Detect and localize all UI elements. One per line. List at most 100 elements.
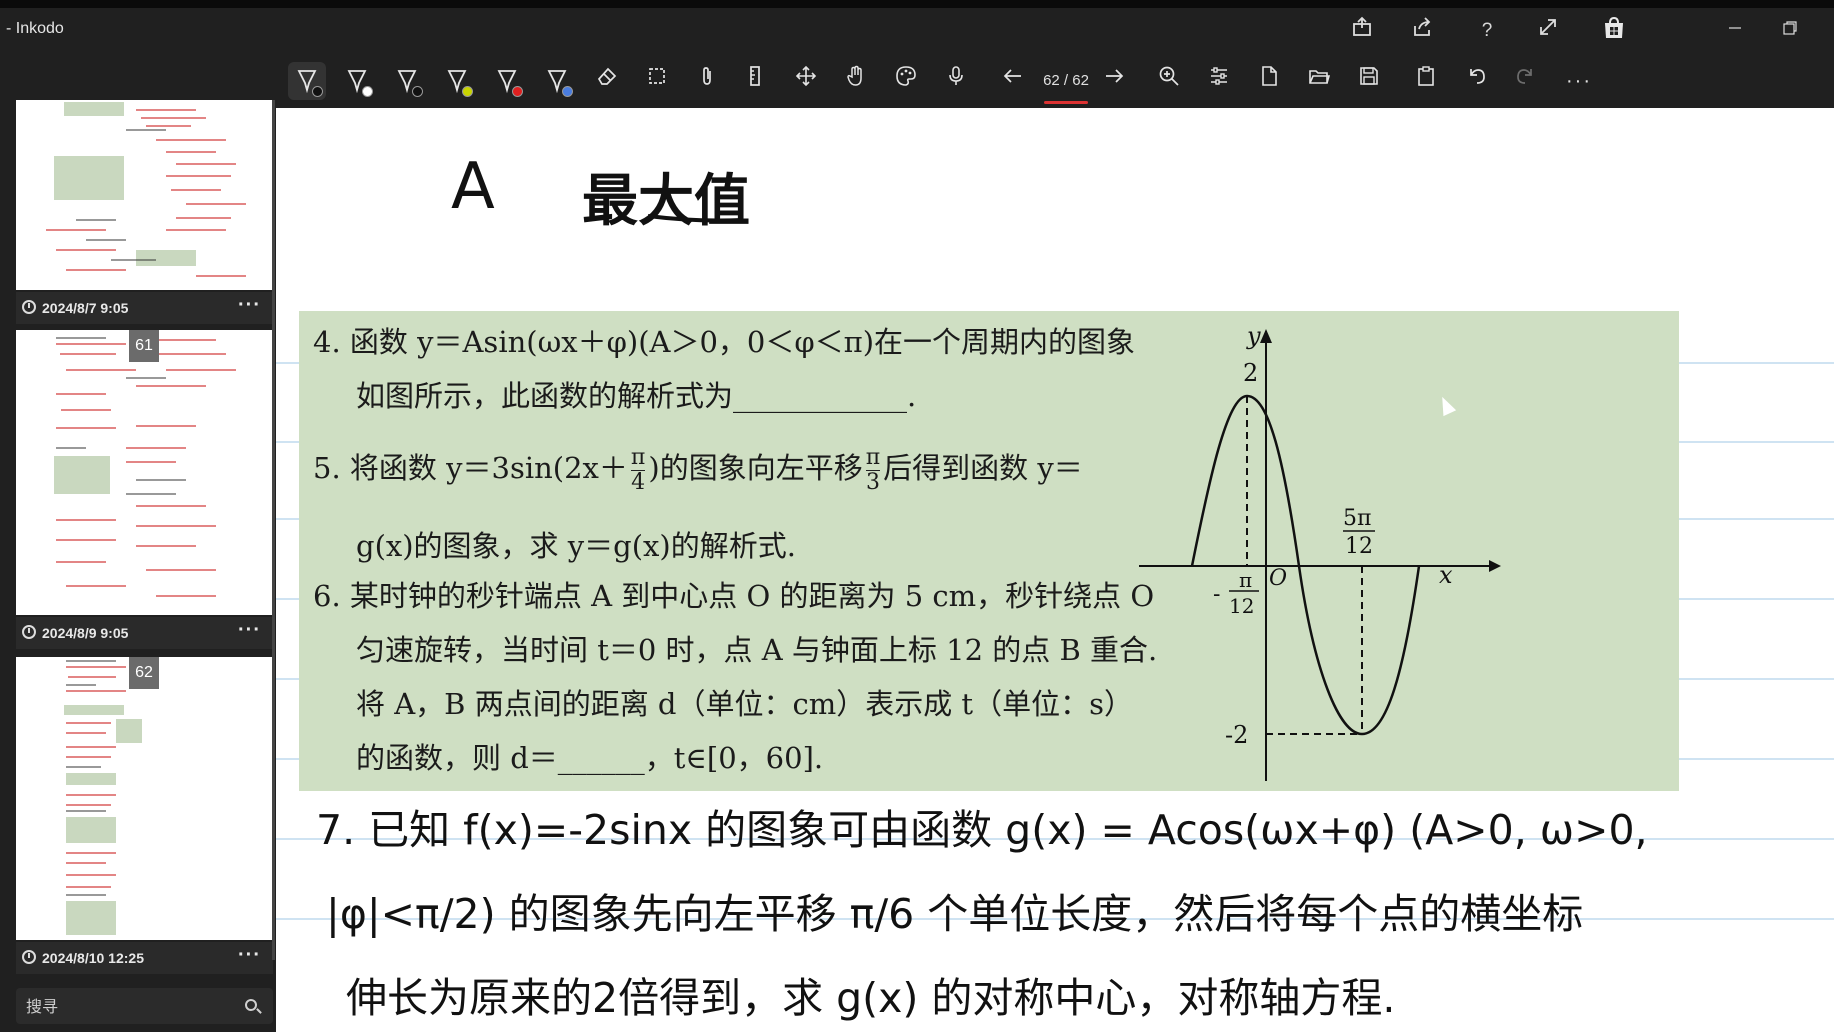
problem-image: 4. 函数 y＝Asin(ωx＋φ)(A＞0，0＜φ＜π)在一个周期内的图象 如… [299,311,1679,791]
x-axis-label: x [1439,561,1453,589]
move-icon[interactable] [787,62,825,100]
origin-label: O [1269,566,1287,591]
problem-6-line-1: 6. 某时钟的秒针端点 A 到中心点 O 的距离为 5 cm，秒针绕点 O [313,579,1155,613]
sidebar-scrollbar[interactable] [272,100,275,960]
problem-5-line-2: g(x)的图象，求 y＝g(x)的解析式. [356,529,796,563]
handwritten-line-2: |φ|<π/2) 的图象先向左平移 π/6 个单位长度，然后将每个点的横坐标 [326,890,1584,938]
prev-page-icon[interactable] [994,62,1032,100]
thumbnail-sketch [16,100,273,290]
share-icon[interactable] [1407,16,1437,46]
next-page-icon[interactable] [1095,62,1133,100]
thumbnail-more-icon[interactable]: ··· [238,944,261,967]
clock-icon [22,300,36,314]
neg-tick-denominator: 12 [1229,594,1254,618]
fraction-pi-over-3: π3 [865,444,881,495]
new-page-icon[interactable] [1250,62,1288,100]
handwritten-heading-a: A [451,150,495,224]
window-title: - Inkodo [6,20,64,37]
pen-black-tool[interactable] [288,62,326,100]
pen-color-dot [412,86,423,97]
problem-5-text-c: 后得到函数 y＝ [883,451,1083,485]
save-icon[interactable] [1350,62,1388,100]
pen-black-2-tool[interactable] [388,62,426,100]
thumbnail-sketch [16,330,273,615]
pos-tick-denominator: 12 [1345,534,1373,559]
restore-icon[interactable] [1775,16,1805,46]
thumbnail-date: 2024/8/7 9:05 [42,300,129,316]
fraction-denominator: 4 [631,469,646,495]
pen-red-tool[interactable] [488,62,526,100]
clock-icon [22,950,36,964]
undo-icon[interactable] [1457,62,1495,100]
heading-underline [647,214,743,223]
thumbnail-more-icon[interactable]: ··· [238,294,261,317]
pen-color-dot [312,86,323,97]
problem-6-line-2: 匀速旋转，当时间 t＝0 时，点 A 与钟面上标 12 的点 B 重合. [356,633,1158,667]
pen-color-dot [562,86,573,97]
app-window: - Inkodo ? 62 / 62 ··· 2024/8/7 9:05 ···… [0,0,1834,1032]
page-number-badge: 62 [129,657,159,689]
pen-yellow-tool[interactable] [438,62,476,100]
pen-color-dot [462,86,473,97]
thumbnail-sketch [16,657,273,940]
pen-white-tool[interactable] [338,62,376,100]
thumbnail-footer: 2024/8/10 12:25 ··· [16,942,273,974]
ruler-icon[interactable] [736,62,774,100]
store-icon[interactable] [1599,16,1629,46]
thumbnail-footer: 2024/8/9 9:05 ··· [16,617,273,649]
neg-tick-sign: - [1213,582,1220,607]
page-number-badge: 61 [129,330,159,362]
open-folder-icon[interactable] [1300,62,1338,100]
attach-icon[interactable] [688,62,726,100]
eraser-icon[interactable] [588,62,626,100]
page-indicator[interactable]: 62 / 62 [1036,72,1096,89]
redo-icon[interactable] [1507,62,1545,100]
problem-4-line-2: 如图所示，此函数的解析式为____________. [356,379,917,413]
page-thumbnail[interactable]: 62 [16,657,273,940]
thumbnail-footer: 2024/8/7 9:05 ··· [16,292,273,324]
handwritten-heading-max: 最大值 [582,169,750,234]
problem-6-line-4: 的函数，则 d＝______，t∈[0，60]. [356,741,824,775]
problem-4-line-1: 4. 函数 y＝Asin(ωx＋φ)(A＞0，0＜φ＜π)在一个周期内的图象 [313,325,1136,359]
thumbnail-date: 2024/8/10 12:25 [42,950,144,966]
y-axis-label: y [1246,322,1261,350]
hand-icon[interactable] [837,62,875,100]
lasso-select-icon[interactable] [638,62,676,100]
problem-5-text-a: 5. 将函数 y＝3sin(2x＋ [313,451,628,485]
fraction-numerator: π [630,444,646,471]
handwritten-line-3: 伸长为原来的2倍得到，求 g(x) 的对称中心，对称轴方程. [346,974,1396,1022]
min-value-label: -2 [1225,721,1248,749]
thumbnail-more-icon[interactable]: ··· [238,619,261,642]
more-icon[interactable]: ··· [1560,62,1598,100]
fullscreen-icon[interactable] [1533,16,1563,46]
thumbnail-date: 2024/8/9 9:05 [42,625,129,641]
max-value-label: 2 [1243,359,1258,387]
palette-icon[interactable] [887,62,925,100]
page-indicator-underline [1044,101,1088,104]
handwritten-line-1: 7. 已知 f(x)=-2sinx 的图象可由函数 g(x) = Acos(ωx… [316,806,1648,854]
title-bar: - Inkodo ? [0,8,1834,52]
clipboard-icon[interactable] [1407,62,1445,100]
page-thumbnail[interactable] [16,100,273,290]
pos-tick-numerator: 5π [1343,506,1371,531]
share-out-icon[interactable] [1347,16,1377,46]
pen-blue-tool[interactable] [538,62,576,100]
search-box[interactable] [16,988,273,1024]
pen-color-dot [512,86,523,97]
minimize-icon[interactable] [1720,16,1750,46]
problem-5-line-1: 5. 将函数 y＝3sin(2x＋ π 4)的图象向左平移 π 3 后得到函数 y＝ [313,445,1083,495]
microphone-icon[interactable] [937,62,975,100]
help-icon[interactable]: ? [1472,16,1502,46]
clock-icon [22,625,36,639]
note-canvas[interactable]: A 最大值 4. 函数 y＝Asin(ωx＋φ)(A＞0，0＜φ＜π)在一个周期… [276,108,1834,1032]
fraction-numerator: π [865,444,881,471]
search-input[interactable] [26,994,226,1018]
fraction-pi-over-4: π4 [630,444,646,495]
top-strip [0,0,1834,8]
settings-sliders-icon[interactable] [1200,62,1238,100]
zoom-in-icon[interactable] [1150,62,1188,100]
neg-tick-numerator: π [1239,568,1252,592]
search-icon[interactable] [245,999,257,1011]
problem-6-line-3: 将 A，B 两点间的距离 d（单位：cm）表示成 t（单位：s） [356,687,1133,721]
page-thumbnail[interactable]: 61 [16,330,273,615]
